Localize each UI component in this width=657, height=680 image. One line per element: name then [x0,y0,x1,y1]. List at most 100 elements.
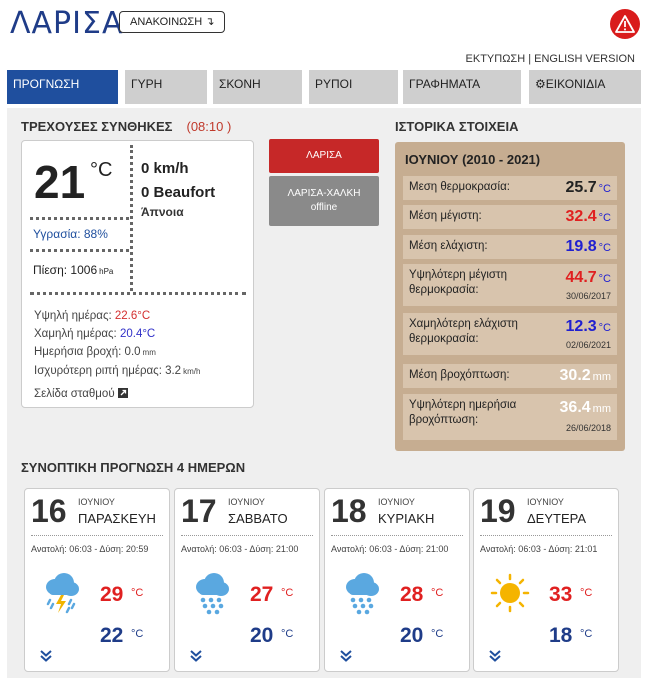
daily-rain-label: Ημερήσια βροχή: 0.0 [34,346,141,358]
pressure-label: Πίεση: 1006 [33,263,98,277]
history-value: 32.4 °C [565,208,611,225]
tab-forecast[interactable]: ΠΡΟΓΝΩΣΗ [7,70,118,104]
forecast-high: 28 [400,583,424,606]
forecast-low: 20 [400,624,424,647]
history-row: Χαμηλότερη ελάχιστη θερμοκρασία: 12.3 °C … [403,313,617,355]
history-label: Μέση βροχόπτωση: [409,369,510,381]
gust-unit: km/h [183,367,201,376]
tab-pollen[interactable]: ΓΥΡΗ [125,70,207,104]
humidity-value: Υγρασία: 88% [33,227,108,241]
english-version-link[interactable]: ENGLISH VERSION [534,53,635,65]
station-button-larisa[interactable]: ΛΑΡΙΣΑ [269,139,379,173]
link-separator: | [528,53,532,65]
history-value: 25.7 °C [565,179,611,196]
history-date: 30/06/2017 [565,291,611,301]
current-temperature: 21 [34,156,86,208]
history-value: 12.3 °C [565,318,611,335]
sunrise-sunset: Ανατολή: 06:03 - Δύση: 21:01 [480,544,598,554]
forecast-low-unit: °C [580,628,593,640]
station-button-larisa-chalki[interactable]: ΛΑΡΙΣΑ-ΧΑΛΚΗ offline [269,176,379,226]
sunrise-sunset: Ανατολή: 06:03 - Δύση: 20:59 [31,544,149,554]
history-label: Μέση ελάχιστη: [409,240,488,252]
station-page-label: Σελίδα σταθμού [34,388,115,400]
day-high-label: Υψηλή ημέρας: [34,310,115,322]
expand-chevron-icon[interactable] [339,649,353,663]
history-date: 26/06/2018 [565,423,611,433]
forecast-low: 18 [549,624,573,647]
divider [130,145,133,291]
history-label: Υψηλότερη μέγιστη θερμοκρασία: [409,269,507,296]
forecast-day-card: 17 ΙΟΥΝΙΟΥ ΣΑΒΒΑΤΟ Ανατολή: 06:03 - Δύση… [174,488,320,672]
forecast-high: 27 [250,583,274,606]
tab-dust[interactable]: ΣΚΟΝΗ [213,70,302,104]
expand-chevron-icon[interactable] [39,649,53,663]
divider [30,292,246,295]
history-label: Μεση θερμοκρασία: [409,181,510,193]
observation-time: (08:10 ) [186,119,232,134]
forecast-high: 29 [100,583,124,606]
pressure-value: Πίεση: 1006 hPa [33,263,113,277]
expand-chevron-icon[interactable] [488,649,502,663]
forecast-month: ΙΟΥΝΙΟΥ [228,497,265,507]
wind-description: Άπνοια [141,205,184,219]
station-name: ΛΑΡΙΣΑ-ΧΑΛΚΗ [287,188,361,199]
day-low-value: 20.4°C [119,328,156,340]
history-value: 19.8 °C [565,238,611,255]
forecast-high-unit: °C [131,587,144,599]
forecast-heading: ΣΥΝΟΠΤΙΚΗ ΠΡΟΓΝΩΣΗ 4 ΗΜΕΡΩΝ [21,460,246,475]
divider [30,249,129,252]
forecast-weekday: ΔΕΥΤΕΡΑ [527,511,587,526]
divider [331,535,463,536]
rain-icon [341,571,381,615]
forecast-date: 19 [480,493,516,529]
max-gust-label: Ισχυρότερη ριπή ημέρας: 3.2 [34,365,182,377]
divider [30,217,129,220]
sunrise-sunset: Ανατολή: 06:03 - Δύση: 21:00 [331,544,449,554]
forecast-date: 16 [31,493,67,529]
forecast-day-card: 18 ΙΟΥΝΙΟΥ ΚΥΡΙΑΚΗ Ανατολή: 06:03 - Δύση… [324,488,470,672]
history-row: Υψηλότερη μέγιστη θερμοκρασία: 44.7 °C 30… [403,264,617,306]
forecast-month: ΙΟΥΝΙΟΥ [78,497,115,507]
station-status: offline [310,202,338,213]
tab-pollutants[interactable]: ΡΥΠΟΙ [309,70,398,104]
sun-icon [490,571,530,615]
forecast-date: 17 [181,493,217,529]
day-low-label: Χαμηλή ημέρας: [34,328,120,340]
current-conditions-heading: ΤΡΕΧΟΥΣΕΣ ΣΥΝΘΗΚΕΣ (08:10 ) [21,119,231,134]
history-heading: ΙΣΤΟΡΙΚΑ ΣΤΟΙΧΕΙΑ [395,119,519,134]
announcement-button[interactable]: ΑΝΑΚΟΙΝΩΣΗ ↴ [119,11,226,33]
history-row: Μέση ελάχιστη: 19.8 °C [403,235,617,259]
top-links: ΕΚΤΥΠΩΣΗ | ENGLISH VERSION [466,53,635,65]
day-high-row: Υψηλή ημέρας: 22.6°C [34,307,200,325]
history-value: 44.7 °C [565,269,611,286]
wind-speed: 0 km/h [141,160,189,177]
history-row: Υψηλότερη ημερήσια βροχόπτωση: 36.4 mm 26… [403,394,617,440]
forecast-month: ΙΟΥΝΙΟΥ [378,497,415,507]
history-label: Μέση μέγιστη: [409,210,482,222]
divider [480,535,612,536]
divider [181,535,313,536]
forecast-low-unit: °C [281,628,294,640]
print-link[interactable]: ΕΚΤΥΠΩΣΗ [466,53,526,65]
forecast-weekday: ΣΑΒΒΑΤΟ [228,511,288,526]
warning-alert-icon[interactable] [610,9,640,39]
thunderstorm-icon [41,571,81,615]
tab-graphs[interactable]: ΓΡΑΦΗΜΑΤΑ [403,70,521,104]
daily-stats: Υψηλή ημέρας: 22.6°C Χαμηλή ημέρας: 20.4… [34,307,200,381]
rain-icon [191,571,231,615]
current-conditions-card: 21 °C Υγρασία: 88% Πίεση: 1006 hPa 0 km/h… [21,140,254,408]
forecast-high-unit: °C [281,587,294,599]
history-period: ΙΟΥΝΙΟΥ (2010 - 2021) [405,152,541,167]
expand-chevron-icon[interactable] [189,649,203,663]
forecast-high: 33 [549,583,573,606]
rain-unit: mm [142,348,156,357]
history-value: 30.2 mm [559,367,611,384]
forecast-day-card: 19 ΙΟΥΝΙΟΥ ΔΕΥΤΕΡΑ Ανατολή: 06:03 - Δύση… [473,488,619,672]
tab-widgets[interactable]: ⚙ΕΙΚΟΝΙΔΙΑ [529,70,641,104]
history-card: ΙΟΥΝΙΟΥ (2010 - 2021) Μεση θερμοκρασία: … [395,142,625,451]
history-row: Μεση θερμοκρασία: 25.7 °C [403,176,617,200]
station-page-link[interactable]: Σελίδα σταθμού [34,388,128,400]
forecast-weekday: ΠΑΡΑΣΚΕΥΗ [78,511,156,526]
forecast-high-unit: °C [431,587,444,599]
history-row: Μέση μέγιστη: 32.4 °C [403,205,617,229]
